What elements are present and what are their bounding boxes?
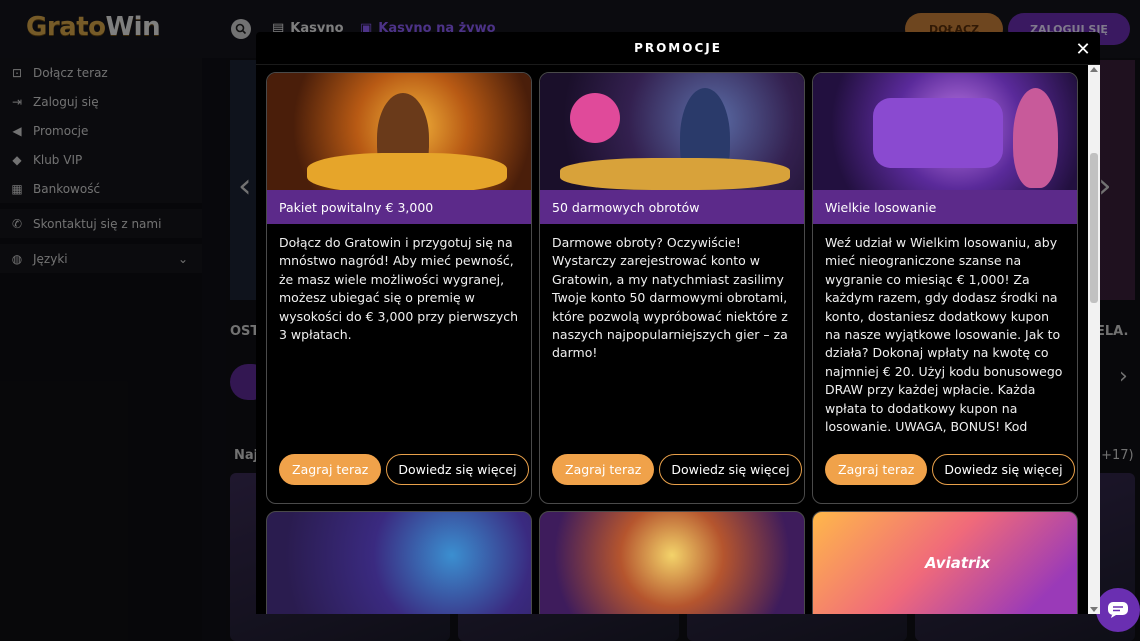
modal-scrollbar[interactable] [1088, 65, 1100, 614]
promo-card-grand-draw: Wielkie losowanie Weź udział w Wielkim l… [812, 72, 1078, 504]
promo-card-image[interactable] [539, 511, 805, 614]
promo-image [540, 73, 804, 190]
scroll-up-icon[interactable] [1090, 67, 1098, 72]
promo-card-welcome: Pakiet powitalny € 3,000 Dołącz do Grato… [266, 72, 532, 504]
learn-more-button[interactable]: Dowiedz się więcej [659, 454, 802, 485]
scroll-thumb[interactable] [1090, 153, 1098, 303]
promo-image [267, 73, 531, 190]
gold-pile [560, 158, 790, 190]
play-now-button[interactable]: Zagraj teraz [825, 454, 928, 485]
chat-icon [1108, 602, 1128, 618]
promo-card-free-spins: 50 darmowych obrotów Darmowe obroty? Ocz… [539, 72, 805, 504]
promo-actions: Zagraj teraz Dowiedz się więcej [279, 454, 529, 485]
promotions-grid: Pakiet powitalny € 3,000 Dołącz do Grato… [266, 72, 1078, 614]
scroll-down-icon[interactable] [1090, 607, 1098, 612]
promo-title: 50 darmowych obrotów [540, 190, 804, 224]
promo-image [813, 73, 1077, 190]
learn-more-button[interactable]: Dowiedz się więcej [386, 454, 529, 485]
promo-description: Weź udział w Wielkim losowaniu, aby mieć… [825, 235, 1063, 435]
promo-actions: Zagraj teraz Dowiedz się więcej [552, 454, 802, 485]
promo-title: Wielkie losowanie [813, 190, 1077, 224]
aviatrix-logo: Aviatrix [925, 554, 991, 572]
promo-actions: Zagraj teraz Dowiedz się więcej [825, 454, 1075, 485]
modal-title: PROMOCJE [634, 41, 722, 55]
promo-description: Dołącz do Gratowin i przygotuj się na mn… [279, 235, 519, 343]
page: GratoWin ▤ Kasyno ▣ Kasyno na żywo DOŁĄC… [0, 0, 1140, 641]
woman-figure [1013, 88, 1058, 188]
play-now-button[interactable]: Zagraj teraz [279, 454, 382, 485]
promo-title: Pakiet powitalny € 3,000 [267, 190, 531, 224]
promotions-modal: PROMOCJE ✕ Pakiet powitalny € 3,000 Dołą… [256, 32, 1100, 614]
promo-description: Darmowe obroty? Oczywiście! Wystarczy za… [552, 235, 788, 361]
promo-card-image[interactable]: Aviatrix [812, 511, 1078, 614]
gem-icon [570, 93, 620, 143]
promo-card-image[interactable] [266, 511, 532, 614]
gold-pile [307, 153, 507, 190]
play-now-button[interactable]: Zagraj teraz [552, 454, 655, 485]
modal-header: PROMOCJE ✕ [256, 32, 1100, 65]
learn-more-button[interactable]: Dowiedz się więcej [932, 454, 1075, 485]
chat-button[interactable] [1096, 588, 1140, 632]
slot-reels [873, 98, 1003, 168]
close-icon[interactable]: ✕ [1072, 38, 1094, 60]
